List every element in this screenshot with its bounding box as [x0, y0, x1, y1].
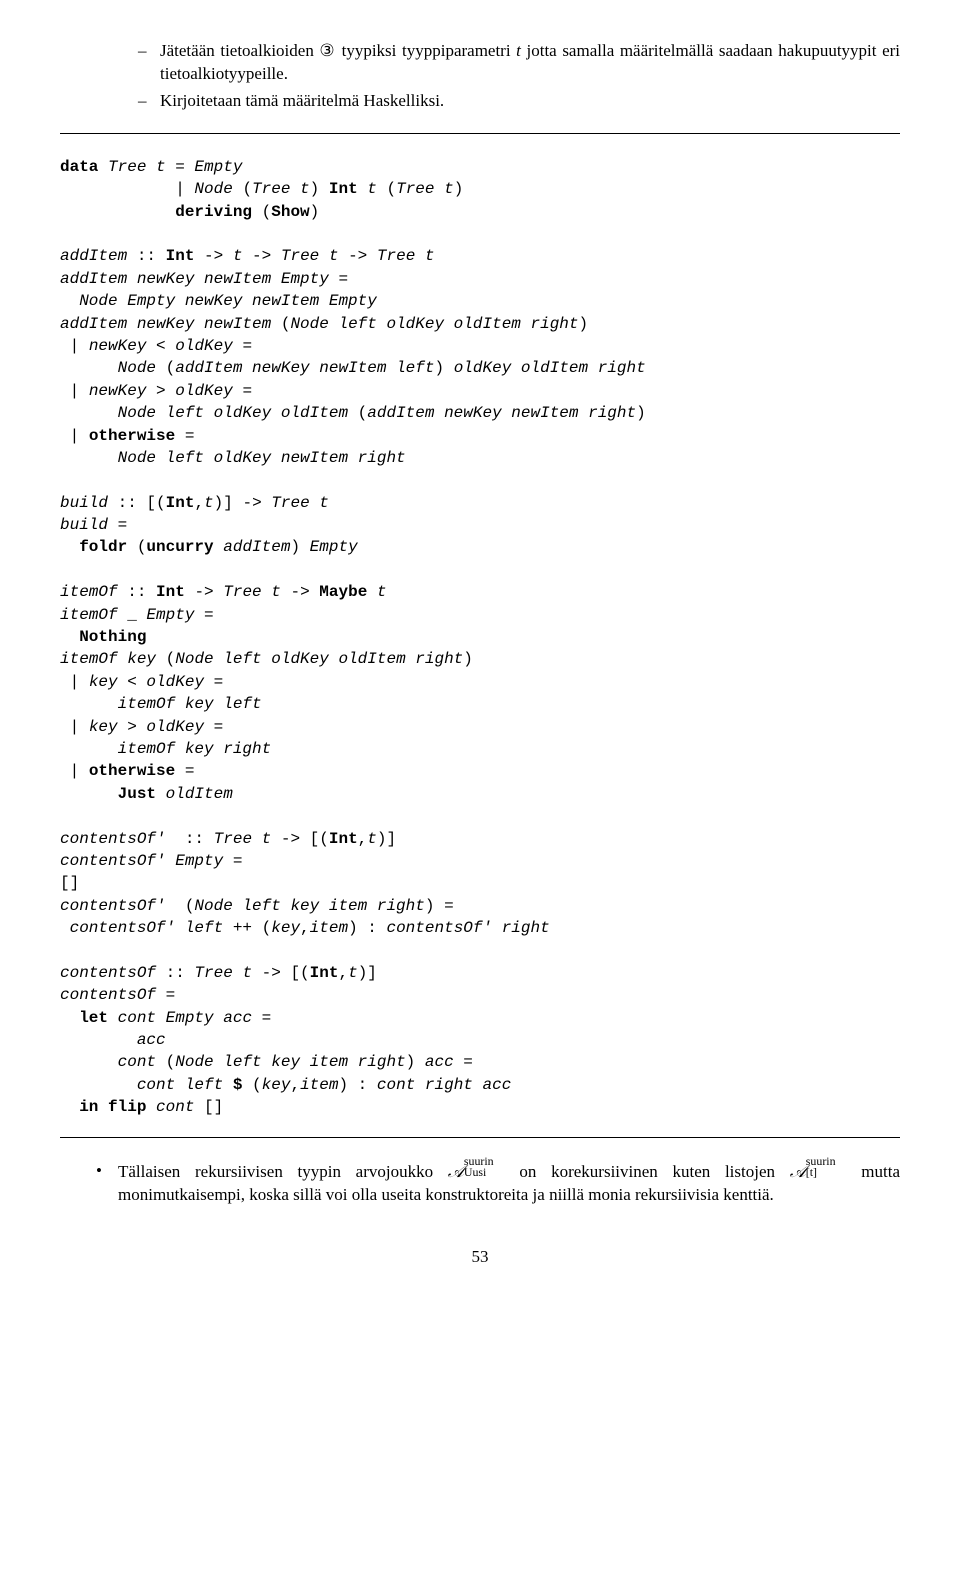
text: Jätetään tietoalkioiden: [160, 41, 319, 60]
page-number: 53: [60, 1246, 900, 1269]
math-A2-scripts: suurin[t]: [806, 1160, 847, 1177]
text: on korekursiivinen kuten listojen: [505, 1162, 790, 1181]
code-block: data Tree t = Empty | Node (Tree t) Int …: [60, 156, 900, 1119]
circled-3: ③: [319, 41, 336, 60]
text: tyypiksi tyyppiparametri: [336, 41, 516, 60]
math-A1: 𝒜: [448, 1162, 464, 1181]
intro-list: Jätetään tietoalkioiden ③ tyypiksi tyypp…: [60, 40, 900, 113]
intro-item-1: Jätetään tietoalkioiden ③ tyypiksi tyypp…: [160, 40, 900, 86]
text: Kirjoitetaan tämä määritelmä Haskelliksi…: [160, 91, 444, 110]
math-A1-scripts: suurinUusi: [464, 1160, 505, 1177]
intro-item-2: Kirjoitetaan tämä määritelmä Haskelliksi…: [160, 90, 900, 113]
rule-top: [60, 133, 900, 134]
rule-bottom: [60, 1137, 900, 1138]
text: Tällaisen rekursiivisen tyypin arvojoukk…: [118, 1162, 448, 1181]
footer-bullet: Tällaisen rekursiivisen tyypin arvojoukk…: [60, 1160, 900, 1207]
math-A2: 𝒜: [790, 1162, 806, 1181]
